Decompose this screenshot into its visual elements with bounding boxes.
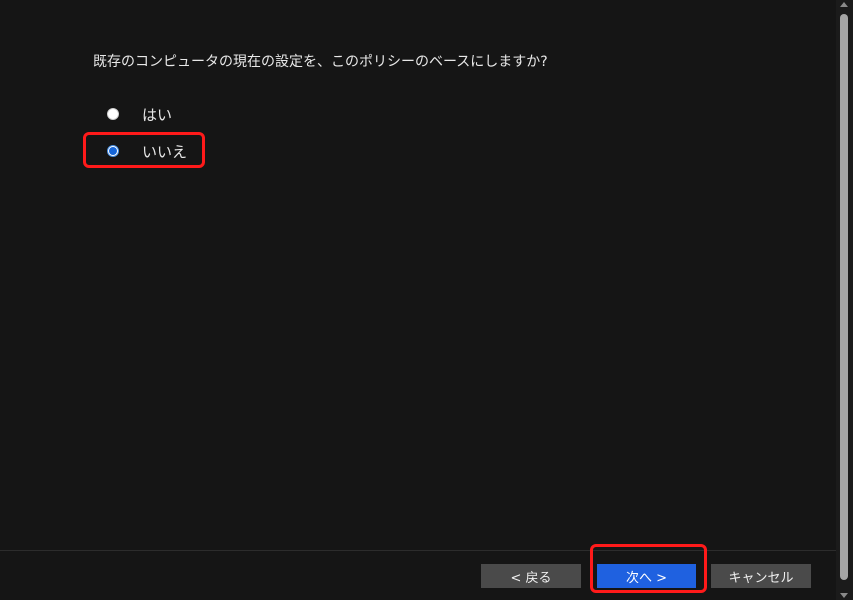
- scroll-thumb[interactable]: [840, 14, 848, 580]
- vertical-scrollbar[interactable]: [836, 0, 853, 600]
- highlight-box-no-option: [83, 132, 205, 168]
- option-yes-label: はい: [142, 105, 173, 124]
- option-yes[interactable]: はい: [107, 104, 172, 124]
- footer-divider: [0, 550, 836, 551]
- cancel-button[interactable]: キャンセル: [711, 564, 811, 588]
- wizard-dialog: 既存のコンピュータの現在の設定を、このポリシーのベースにしますか? はい いいえ…: [0, 0, 853, 600]
- highlight-box-next-button: [590, 544, 707, 593]
- back-button[interactable]: < 戻る: [481, 564, 581, 588]
- question-text: 既存のコンピュータの現在の設定を、このポリシーのベースにしますか?: [93, 54, 548, 70]
- radio-yes[interactable]: [107, 108, 119, 120]
- scroll-down-arrow-icon[interactable]: [840, 593, 848, 598]
- scroll-up-arrow-icon[interactable]: [840, 2, 848, 7]
